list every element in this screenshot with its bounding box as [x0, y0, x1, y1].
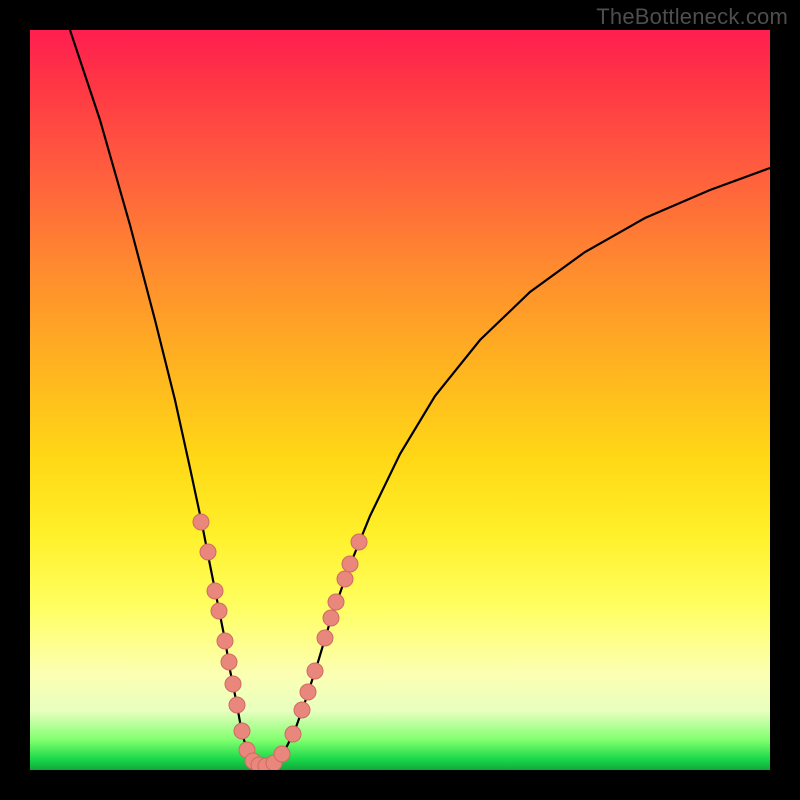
watermark-text: TheBottleneck.com	[596, 4, 788, 30]
gradient-plot-area	[30, 30, 770, 770]
